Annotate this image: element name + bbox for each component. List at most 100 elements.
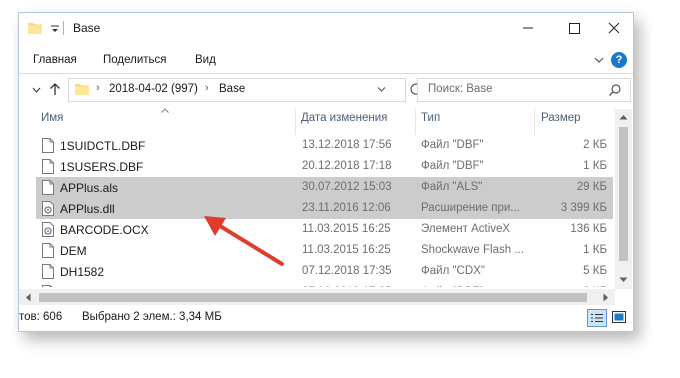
tab-home[interactable]: Главная <box>33 54 77 66</box>
maximize-button[interactable] <box>551 13 597 43</box>
maximize-icon <box>569 23 580 34</box>
search-icon[interactable] <box>608 83 622 97</box>
scroll-left-icon[interactable] <box>25 293 31 302</box>
file-type: Расширение при... <box>421 202 520 214</box>
dll-gear-icon <box>42 201 54 216</box>
minimize-icon <box>523 27 533 29</box>
file-name: DH1582 <box>60 265 105 279</box>
column-header-date[interactable]: Дата изменения <box>301 112 387 134</box>
file-size: 2 КБ <box>583 139 607 151</box>
file-name: APPlus.dll <box>60 202 115 216</box>
document-icon <box>42 264 54 279</box>
file-date: 13.12.2018 17:56 <box>302 139 392 151</box>
file-row[interactable]: BARCODE.OCX 11.03.2015 16:25 Элемент Activ… <box>36 219 613 240</box>
file-type: Файл "CDX" <box>421 265 485 277</box>
tab-share[interactable]: Поделиться <box>103 54 167 66</box>
up-arrow-icon[interactable] <box>49 82 61 96</box>
selection-summary: Выбрано 2 элем.: 3,34 МБ <box>82 311 222 323</box>
document-icon <box>42 159 54 174</box>
close-icon <box>608 22 620 34</box>
scroll-down-icon[interactable] <box>619 277 628 283</box>
file-type: Файл "ALS" <box>421 181 483 193</box>
close-button[interactable] <box>595 13 633 43</box>
file-size: 5 КБ <box>583 265 607 277</box>
document-icon <box>42 285 54 287</box>
scroll-right-icon[interactable] <box>603 293 609 302</box>
file-row[interactable]: 1SUIDCTL.DBF 13.12.2018 17:56 Файл "DBF" 2 … <box>36 135 613 156</box>
minimize-button[interactable] <box>505 13 551 43</box>
document-icon <box>42 243 54 258</box>
file-date: 20.12.2018 17:18 <box>302 160 392 172</box>
file-type: Shockwave Flash ... <box>421 244 524 256</box>
file-date: 07.12.2018 17:35 <box>302 286 392 287</box>
status-bar: тов: 606 Выбрано 2 элем.: 3,34 МБ <box>19 305 633 331</box>
file-date: 11.03.2015 16:25 <box>302 244 391 256</box>
title-bar: Base <box>19 13 633 43</box>
horizontal-scrollbar[interactable] <box>19 289 615 305</box>
folder-icon <box>28 23 42 34</box>
file-type: Файл "DBF" <box>421 139 484 151</box>
document-icon <box>42 180 54 195</box>
scroll-up-icon[interactable] <box>619 114 628 120</box>
search-placeholder: Поиск: Base <box>428 83 493 95</box>
file-name: BARCODE.OCX <box>60 223 149 237</box>
search-input[interactable]: Поиск: Base <box>417 78 631 102</box>
dll-gear-icon <box>42 222 54 237</box>
file-size: 3 399 КБ <box>560 202 607 214</box>
folder-icon <box>75 84 89 95</box>
file-date: 11.03.2015 16:25 <box>302 223 391 235</box>
breadcrumb-segment[interactable]: 2018-04-02 (997) <box>109 83 198 95</box>
scroll-thumb[interactable] <box>619 127 628 261</box>
file-size: 29 КБ <box>576 181 607 193</box>
file-row[interactable]: 1SUSERS.DBF 20.12.2018 17:18 Файл "DBF" 1 К… <box>36 156 613 177</box>
file-date: 23.11.2016 12:06 <box>302 202 391 214</box>
file-type: Элемент ActiveX <box>421 223 511 235</box>
tab-view[interactable]: Вид <box>195 54 216 66</box>
explorer-window: Base Главная Поделиться Вид ? › 2018-04-… <box>18 12 634 332</box>
quick-access-dropdown-icon[interactable] <box>50 24 60 34</box>
column-divider[interactable] <box>534 109 535 135</box>
window-title: Base <box>73 21 101 35</box>
title-separator <box>63 21 64 35</box>
file-row[interactable]: APPlus.dll 23.11.2016 12:06 Расширение при… <box>36 198 613 219</box>
file-date: 30.07.2012 15:03 <box>302 181 392 193</box>
recent-locations-icon[interactable] <box>32 86 41 94</box>
file-size: 1 КБ <box>583 160 607 172</box>
column-header-size[interactable]: Размер <box>541 112 581 134</box>
column-divider[interactable] <box>415 109 416 135</box>
file-name: 1SUIDCTL.DBF <box>60 139 146 153</box>
vertical-scrollbar[interactable] <box>615 109 632 289</box>
file-row[interactable]: DEM 11.03.2015 16:25 Shockwave Flash ... 1 … <box>36 240 613 261</box>
breadcrumb-segment[interactable]: Base <box>219 83 245 95</box>
file-name: APPlus.als <box>60 181 119 195</box>
breadcrumb-chevron-icon[interactable]: › <box>205 82 209 94</box>
item-count: тов: 606 <box>19 311 63 323</box>
expand-ribbon-icon[interactable] <box>593 55 605 65</box>
help-icon[interactable]: ? <box>611 52 627 68</box>
file-size: 136 КБ <box>570 223 607 235</box>
address-dropdown-icon[interactable] <box>377 86 386 93</box>
file-name: 1SUSERS.DBF <box>60 160 144 174</box>
details-view-icon <box>591 314 603 322</box>
file-name: DEM <box>60 244 87 258</box>
address-bar[interactable]: › 2018-04-02 (997) › Base <box>68 78 406 102</box>
breadcrumb-chevron-icon[interactable]: › <box>96 82 100 94</box>
file-row[interactable]: APPlus.als 30.07.2012 15:03 Файл "ALS" 29 К… <box>36 177 613 198</box>
file-date: 07.12.2018 17:35 <box>302 265 392 277</box>
column-header-name[interactable]: Имя <box>41 112 63 134</box>
file-type: Файл "DBF" <box>421 160 484 172</box>
file-row[interactable]: DH1582 07.12.2018 17:35 Файл "CDX" 5 КБ <box>36 261 613 282</box>
document-icon <box>42 138 54 153</box>
sort-ascending-icon <box>161 108 169 113</box>
file-type: Файл "DBF" <box>421 286 529 287</box>
scroll-thumb[interactable] <box>39 293 587 302</box>
column-divider[interactable] <box>295 109 296 135</box>
file-name: DH1582.DBF <box>60 286 131 287</box>
file-size: 2 КБ <box>583 286 607 287</box>
column-header-type[interactable]: Тип <box>421 112 440 134</box>
details-view-button[interactable] <box>587 309 607 327</box>
ribbon-tabs: Главная Поделиться Вид ? <box>19 49 633 74</box>
file-row[interactable]: DH1582.DBF 07.12.2018 17:35 Файл "DBF" 2 КБ <box>36 282 613 287</box>
file-size: 1 КБ <box>583 244 607 256</box>
large-icons-view-icon[interactable] <box>611 310 627 324</box>
